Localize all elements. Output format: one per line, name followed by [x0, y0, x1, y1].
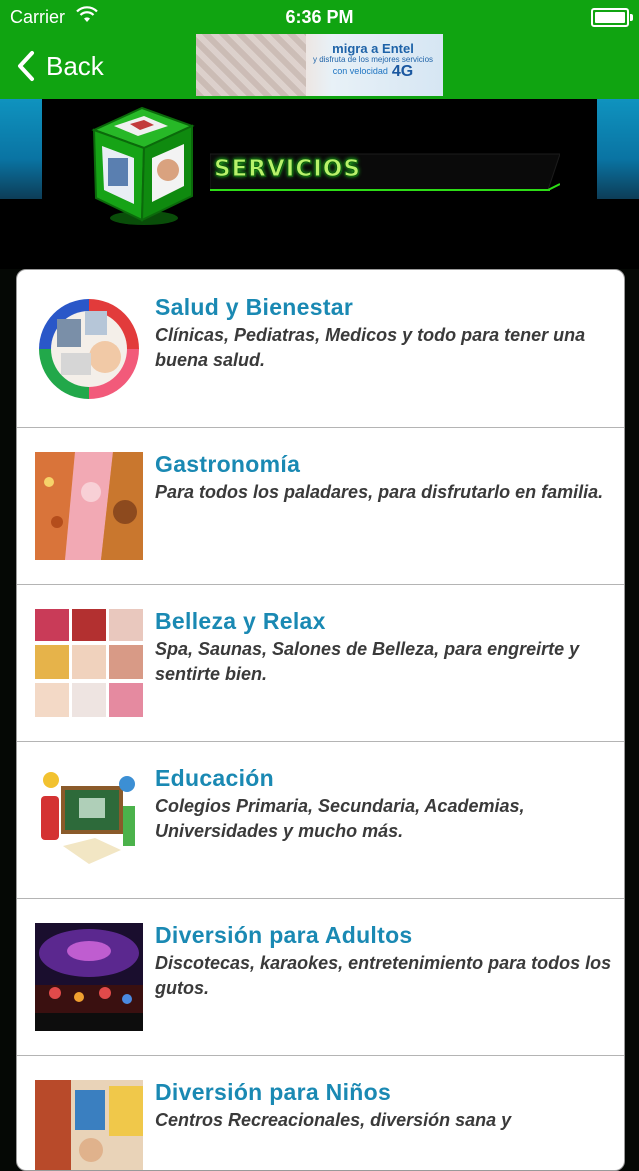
header-accent-left	[0, 99, 42, 199]
list-item-salud[interactable]: Salud y Bienestar Clínicas, Pediatras, M…	[17, 270, 624, 428]
list-item-description: Spa, Saunas, Salones de Belleza, para en…	[155, 639, 580, 684]
page-title: SERVICIOS	[214, 156, 361, 183]
list-item-description: Centros Recreacionales, diversión sana y	[155, 1110, 512, 1130]
list-item-diversion-ninos[interactable]: Diversión para Niños Centros Recreaciona…	[17, 1055, 624, 1170]
list-item-title: Gastronomía	[155, 451, 301, 477]
diversion-ninos-thumbnail	[35, 1080, 143, 1170]
ad-line-1: migra a Entel	[332, 41, 414, 56]
educacion-thumbnail	[35, 766, 143, 874]
salud-thumbnail	[39, 299, 139, 399]
diversion-adultos-thumbnail	[35, 923, 143, 1031]
list-item-educacion[interactable]: Educación Colegios Primaria, Secundaria,…	[17, 741, 624, 899]
ad-line-3: con velocidad	[332, 66, 388, 76]
gastronomia-thumbnail	[35, 452, 143, 560]
ad-badge-4g: 4G	[391, 63, 414, 80]
ad-photo	[196, 34, 306, 96]
list-item-description: Para todos los paladares, para disfrutar…	[155, 482, 604, 502]
list-item-description: Discotecas, karaokes, entretenimiento pa…	[155, 953, 612, 998]
status-bar: Carrier 6:36 PM	[0, 0, 639, 34]
list-item-title: Diversión para Niños	[155, 1079, 392, 1105]
list-item-title: Diversión para Adultos	[155, 922, 413, 948]
list-item-title: Salud y Bienestar	[155, 294, 354, 320]
navigation-bar: Carrier 6:36 PM Back migra a Entel y dis…	[0, 0, 639, 99]
ad-line-2: y disfruta de los mejores servicios	[312, 55, 434, 64]
ad-banner[interactable]: migra a Entel y disfruta de los mejores …	[196, 34, 443, 96]
list-item-title: Belleza y Relax	[155, 608, 326, 634]
list-item-belleza[interactable]: Belleza y Relax Spa, Saunas, Salones de …	[17, 584, 624, 742]
chevron-left-icon	[18, 51, 34, 81]
clock-time: 6:36 PM	[285, 7, 354, 27]
back-button[interactable]: Back	[16, 46, 104, 86]
list-item-title: Educación	[155, 765, 275, 791]
belleza-thumbnail	[35, 609, 143, 717]
list-item-diversion-adultos[interactable]: Diversión para Adultos Discotecas, karao…	[17, 898, 624, 1056]
list-item-gastronomia[interactable]: Gastronomía Para todos los paladares, pa…	[17, 427, 624, 585]
logo-cube-icon	[91, 106, 195, 225]
ad-text: migra a Entel y disfruta de los mejores …	[308, 41, 438, 80]
header-accent-right	[597, 99, 639, 199]
list-item-description: Colegios Primaria, Secundaria, Academias…	[155, 796, 525, 841]
list-item-description: Clínicas, Pediatras, Medicos y todo para…	[155, 325, 586, 370]
battery-icon	[591, 8, 633, 27]
category-list: Salud y Bienestar Clínicas, Pediatras, M…	[16, 269, 625, 1171]
back-label: Back	[46, 50, 104, 81]
